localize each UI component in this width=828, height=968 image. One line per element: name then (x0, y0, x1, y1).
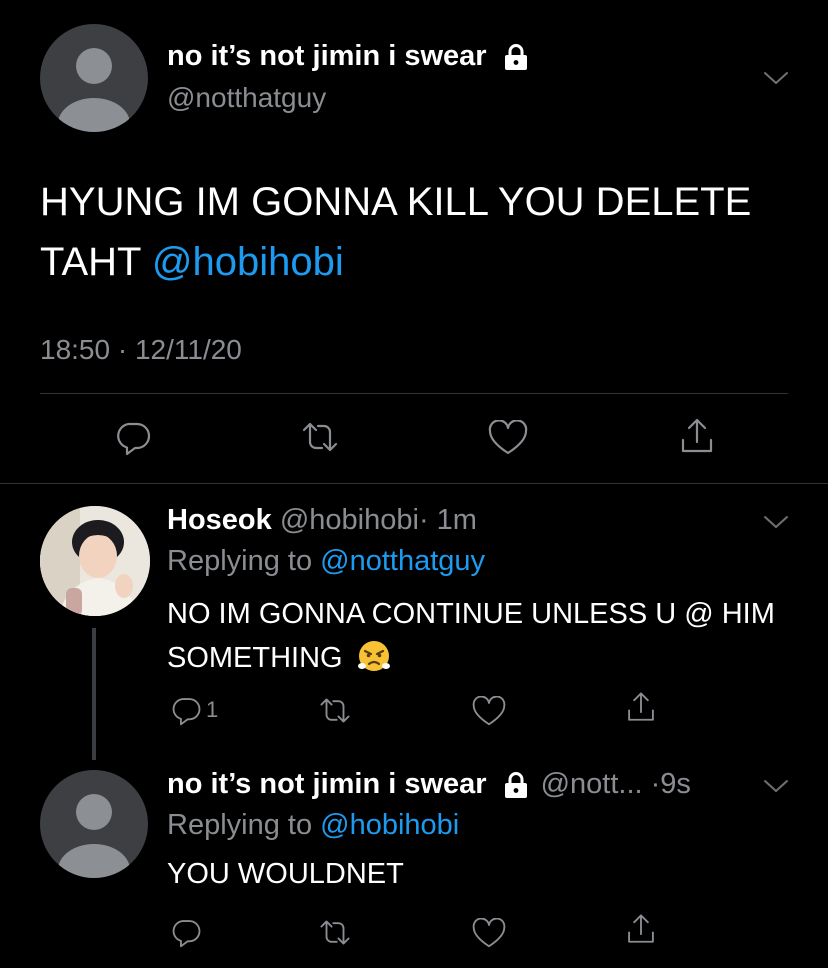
display-name[interactable]: no it’s not jimin i swear (167, 768, 487, 801)
retweet-icon (302, 422, 338, 452)
reply-count: 1 (206, 697, 219, 722)
chevron-down-icon[interactable] (762, 776, 790, 801)
share-button[interactable] (677, 416, 717, 456)
reply-text: NO IM GONNA CONTINUE UNLESS U @ HIM SOME… (167, 592, 787, 680)
retweet-icon (320, 698, 350, 723)
reply-button[interactable] (114, 418, 152, 456)
reply-button[interactable]: 1 (170, 694, 218, 726)
thread-line (92, 628, 96, 760)
tweet-body: HYUNG IM GONNA KILL YOU DELETE TAHT (40, 180, 752, 284)
reply-button[interactable] (170, 916, 202, 948)
share-button[interactable] (624, 690, 658, 724)
handle[interactable]: @hobihobi (280, 504, 419, 536)
share-icon (628, 914, 654, 943)
mention-link[interactable]: @notthatguy (320, 545, 485, 577)
handle[interactable]: @nott... (541, 768, 643, 801)
like-icon (472, 696, 506, 726)
like-button[interactable] (488, 420, 528, 456)
replying-prefix: Replying to (167, 545, 321, 577)
share-icon (628, 692, 654, 721)
like-icon (488, 420, 528, 455)
divider (40, 393, 788, 394)
time-ago[interactable]: · 1m (419, 504, 477, 536)
retweet-button[interactable] (318, 918, 352, 947)
reply-header: Hoseok @hobihobi· 1m (167, 504, 477, 537)
like-button[interactable] (472, 696, 506, 727)
replying-to: Replying to @hobihobi (167, 809, 459, 842)
reply-body: NO IM GONNA CONTINUE UNLESS U @ HIM SOME… (167, 598, 775, 674)
handle[interactable]: @notthatguy (167, 82, 326, 114)
avatar-default-icon (58, 794, 130, 878)
like-icon (472, 918, 506, 948)
reply-header: no it’s not jimin i swear @nott... ·9s (167, 768, 691, 801)
like-button[interactable] (472, 918, 506, 949)
lock-icon (501, 42, 531, 72)
replying-prefix: Replying to (167, 809, 321, 841)
display-name-text: no it’s not jimin i swear (167, 40, 487, 72)
display-name[interactable]: no it’s not jimin i swear (167, 40, 531, 73)
reply-icon (172, 698, 201, 726)
retweet-icon (320, 920, 350, 945)
chevron-down-icon[interactable] (762, 68, 790, 93)
avatar-default-icon (58, 48, 130, 132)
huffing-emoji (357, 639, 391, 673)
reply-icon (117, 422, 151, 456)
display-name[interactable]: Hoseok (167, 504, 272, 536)
profile-photo (40, 506, 150, 616)
share-icon (681, 418, 713, 453)
reply-icon (172, 920, 201, 948)
mention-link[interactable]: @hobihobi (320, 809, 459, 841)
time-ago[interactable]: ·9s (651, 768, 691, 801)
retweet-button[interactable] (318, 696, 352, 725)
share-button[interactable] (624, 912, 658, 946)
replying-to: Replying to @notthatguy (167, 545, 485, 578)
lock-icon (501, 770, 531, 800)
retweet-button[interactable] (300, 420, 340, 454)
mention-link[interactable]: @hobihobi (152, 240, 344, 284)
timestamp[interactable]: 18:50 · 12/11/20 (40, 334, 242, 366)
avatar[interactable] (40, 506, 150, 616)
tweet-text: HYUNG IM GONNA KILL YOU DELETE TAHT @hob… (40, 172, 800, 292)
reply-text: YOU WOULDNET (167, 858, 404, 890)
avatar[interactable] (40, 770, 148, 878)
avatar[interactable] (40, 24, 148, 132)
divider (0, 483, 828, 484)
chevron-down-icon[interactable] (762, 512, 790, 537)
